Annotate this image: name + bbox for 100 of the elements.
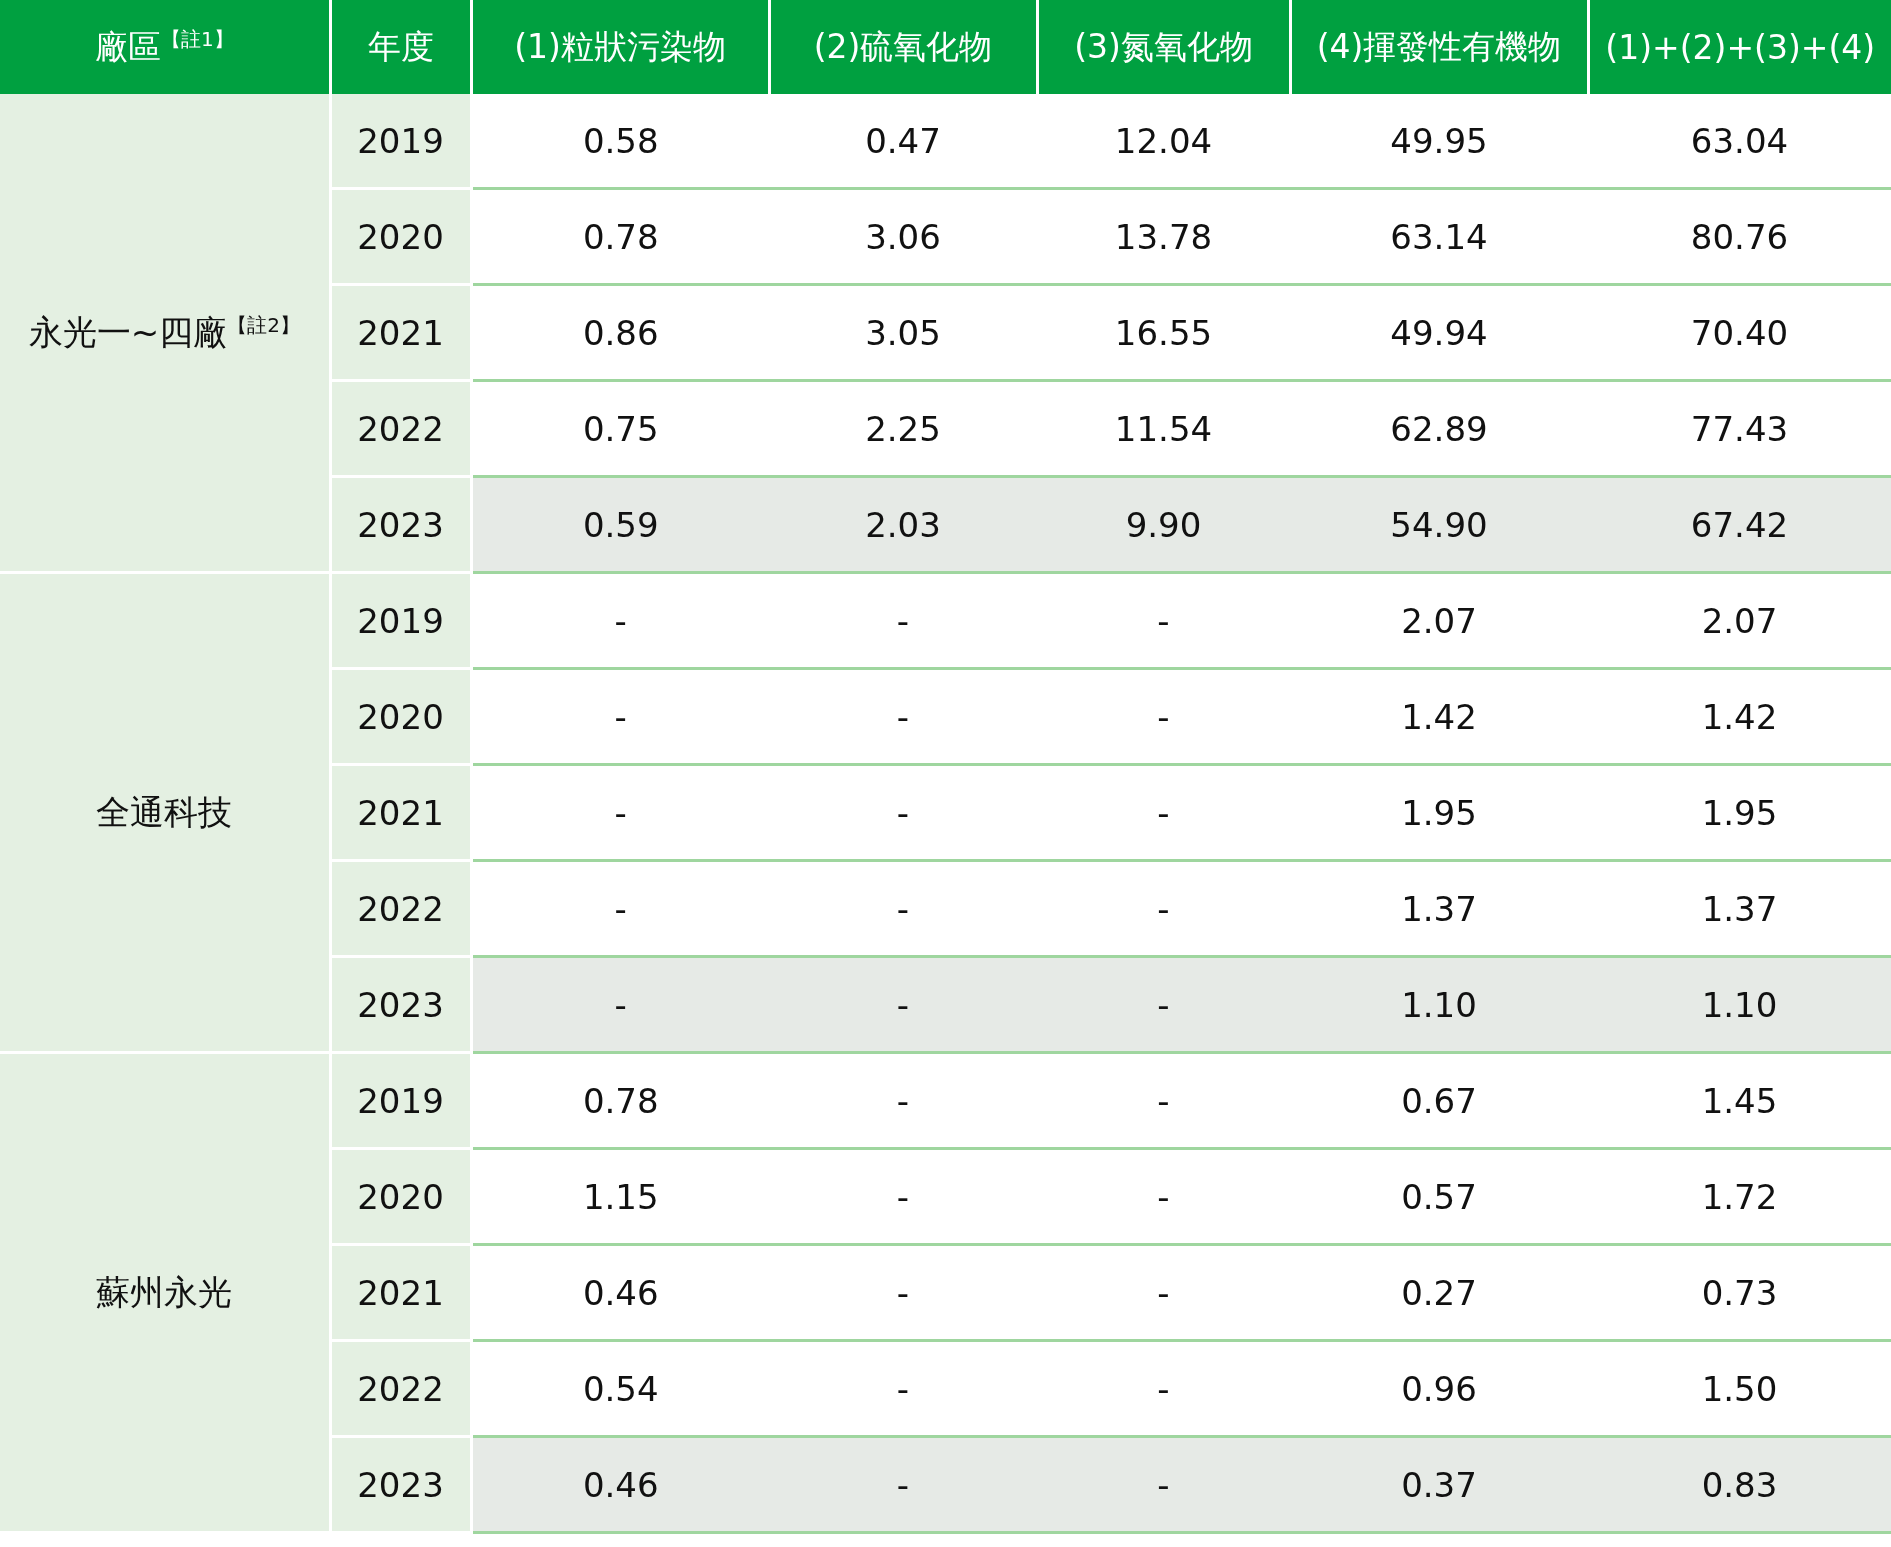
value-cell: 2.25 bbox=[769, 380, 1037, 477]
value-cell: 0.57 bbox=[1290, 1148, 1588, 1245]
value-cell: 3.06 bbox=[769, 188, 1037, 285]
value-cell: - bbox=[471, 956, 769, 1053]
value-cell: 1.37 bbox=[1290, 860, 1588, 957]
value-cell: 2.07 bbox=[1290, 572, 1588, 669]
value-cell: - bbox=[1037, 1052, 1290, 1149]
value-cell: 1.42 bbox=[1290, 668, 1588, 765]
value-cell: 0.58 bbox=[471, 94, 769, 189]
value-cell: 49.94 bbox=[1290, 284, 1588, 381]
value-cell: 3.05 bbox=[769, 284, 1037, 381]
year-cell: 2023 bbox=[330, 1436, 471, 1533]
year-cell: 2023 bbox=[330, 476, 471, 573]
column-header: 年度 bbox=[330, 0, 471, 94]
year-cell: 2019 bbox=[330, 1052, 471, 1149]
value-cell: - bbox=[471, 572, 769, 669]
site-cell: 永光一~四廠$^{【註2】}$ bbox=[0, 94, 330, 573]
site-cell: 蘇州永光 bbox=[0, 1052, 330, 1533]
value-cell: 1.45 bbox=[1588, 1052, 1891, 1149]
value-cell: - bbox=[1037, 668, 1290, 765]
column-header: 廠區$^{【註1】}$ bbox=[0, 0, 330, 94]
value-cell: 70.40 bbox=[1588, 284, 1891, 381]
value-cell: 63.04 bbox=[1588, 94, 1891, 189]
value-cell: 0.54 bbox=[471, 1340, 769, 1437]
value-cell: - bbox=[1037, 1244, 1290, 1341]
value-cell: - bbox=[1037, 572, 1290, 669]
year-cell: 2022 bbox=[330, 860, 471, 957]
value-cell: 1.72 bbox=[1588, 1148, 1891, 1245]
value-cell: - bbox=[769, 1436, 1037, 1533]
value-cell: 11.54 bbox=[1037, 380, 1290, 477]
year-cell: 2023 bbox=[330, 956, 471, 1053]
value-cell: 0.46 bbox=[471, 1436, 769, 1533]
value-cell: 2.03 bbox=[769, 476, 1037, 573]
value-cell: 49.95 bbox=[1290, 94, 1588, 189]
column-header: (4)揮發性有機物 bbox=[1290, 0, 1588, 94]
year-cell: 2022 bbox=[330, 1340, 471, 1437]
value-cell: 0.27 bbox=[1290, 1244, 1588, 1341]
value-cell: - bbox=[769, 1244, 1037, 1341]
value-cell: - bbox=[769, 956, 1037, 1053]
value-cell: 0.75 bbox=[471, 380, 769, 477]
column-header: (1)+(2)+(3)+(4) bbox=[1588, 0, 1891, 94]
value-cell: 1.10 bbox=[1588, 956, 1891, 1053]
value-cell: 1.50 bbox=[1588, 1340, 1891, 1437]
year-cell: 2020 bbox=[330, 188, 471, 285]
site-cell: 全通科技 bbox=[0, 572, 330, 1053]
value-cell: 12.04 bbox=[1037, 94, 1290, 189]
value-cell: - bbox=[1037, 1340, 1290, 1437]
value-cell: 2.07 bbox=[1588, 572, 1891, 669]
value-cell: 1.15 bbox=[471, 1148, 769, 1245]
year-cell: 2021 bbox=[330, 1244, 471, 1341]
value-cell: - bbox=[769, 860, 1037, 957]
year-cell: 2021 bbox=[330, 284, 471, 381]
value-cell: 80.76 bbox=[1588, 188, 1891, 285]
value-cell: 0.78 bbox=[471, 188, 769, 285]
value-cell: - bbox=[1037, 1148, 1290, 1245]
value-cell: - bbox=[1037, 764, 1290, 861]
year-cell: 2021 bbox=[330, 764, 471, 861]
value-cell: 16.55 bbox=[1037, 284, 1290, 381]
value-cell: 9.90 bbox=[1037, 476, 1290, 573]
value-cell: - bbox=[1037, 956, 1290, 1053]
year-cell: 2019 bbox=[330, 572, 471, 669]
value-cell: 0.37 bbox=[1290, 1436, 1588, 1533]
value-cell: 0.96 bbox=[1290, 1340, 1588, 1437]
value-cell: - bbox=[769, 572, 1037, 669]
value-cell: - bbox=[769, 1340, 1037, 1437]
value-cell: - bbox=[471, 860, 769, 957]
value-cell: 0.83 bbox=[1588, 1436, 1891, 1533]
value-cell: 13.78 bbox=[1037, 188, 1290, 285]
value-cell: - bbox=[769, 668, 1037, 765]
value-cell: 1.37 bbox=[1588, 860, 1891, 957]
value-cell: 0.47 bbox=[769, 94, 1037, 189]
year-cell: 2022 bbox=[330, 380, 471, 477]
value-cell: 67.42 bbox=[1588, 476, 1891, 573]
value-cell: 0.59 bbox=[471, 476, 769, 573]
value-cell: - bbox=[471, 764, 769, 861]
value-cell: 1.95 bbox=[1588, 764, 1891, 861]
value-cell: - bbox=[769, 764, 1037, 861]
value-cell: 1.95 bbox=[1290, 764, 1588, 861]
value-cell: 0.73 bbox=[1588, 1244, 1891, 1341]
value-cell: 0.46 bbox=[471, 1244, 769, 1341]
value-cell: 63.14 bbox=[1290, 188, 1588, 285]
value-cell: 62.89 bbox=[1290, 380, 1588, 477]
value-cell: 0.67 bbox=[1290, 1052, 1588, 1149]
value-cell: - bbox=[1037, 1436, 1290, 1533]
value-cell: 77.43 bbox=[1588, 380, 1891, 477]
column-header: (1)粒狀污染物 bbox=[471, 0, 769, 94]
column-header: (2)硫氧化物 bbox=[769, 0, 1037, 94]
value-cell: 54.90 bbox=[1290, 476, 1588, 573]
year-cell: 2020 bbox=[330, 1148, 471, 1245]
year-cell: 2019 bbox=[330, 94, 471, 189]
value-cell: 1.10 bbox=[1290, 956, 1588, 1053]
value-cell: 0.78 bbox=[471, 1052, 769, 1149]
year-cell: 2020 bbox=[330, 668, 471, 765]
column-header: (3)氮氧化物 bbox=[1037, 0, 1290, 94]
value-cell: - bbox=[769, 1148, 1037, 1245]
value-cell: 1.42 bbox=[1588, 668, 1891, 765]
value-cell: - bbox=[471, 668, 769, 765]
value-cell: 0.86 bbox=[471, 284, 769, 381]
value-cell: - bbox=[1037, 860, 1290, 957]
value-cell: - bbox=[769, 1052, 1037, 1149]
